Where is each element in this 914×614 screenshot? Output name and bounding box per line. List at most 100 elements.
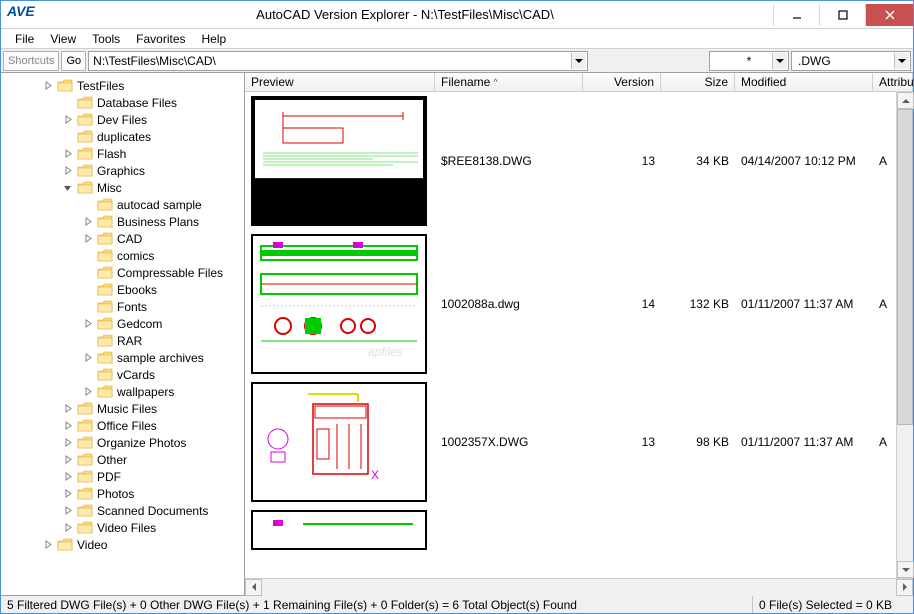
expander-icon[interactable] xyxy=(81,284,93,296)
scroll-track[interactable] xyxy=(897,109,913,561)
tree-item[interactable]: Graphics xyxy=(1,162,244,179)
expander-icon[interactable] xyxy=(81,369,93,381)
tree-item[interactable]: Video xyxy=(1,536,244,553)
tree-item[interactable]: autocad sample xyxy=(1,196,244,213)
header-label: Size xyxy=(705,75,728,89)
file-row[interactable]: $REE8138.DWG1334 KB04/14/2007 10:12 PMA xyxy=(245,92,913,230)
vertical-scrollbar[interactable] xyxy=(896,92,913,578)
go-button[interactable]: Go xyxy=(61,51,86,71)
expander-icon[interactable] xyxy=(41,80,53,92)
expander-icon[interactable] xyxy=(61,505,73,517)
tree-item[interactable]: PDF xyxy=(1,468,244,485)
maximize-button[interactable] xyxy=(819,4,865,26)
expander-icon[interactable] xyxy=(81,335,93,347)
expander-icon[interactable] xyxy=(61,97,73,109)
tree-item[interactable]: Business Plans xyxy=(1,213,244,230)
tree-item[interactable]: Other xyxy=(1,451,244,468)
tree-item[interactable]: Gedcom xyxy=(1,315,244,332)
column-header-attribut[interactable]: Attribut xyxy=(873,73,913,91)
menu-file[interactable]: File xyxy=(7,30,42,48)
expander-icon[interactable] xyxy=(61,131,73,143)
menu-favorites[interactable]: Favorites xyxy=(128,30,193,48)
column-header-version[interactable]: Version xyxy=(583,73,661,91)
expander-icon[interactable] xyxy=(61,114,73,126)
expander-icon[interactable] xyxy=(61,488,73,500)
tree-item[interactable]: Ebooks xyxy=(1,281,244,298)
tree-item[interactable]: Music Files xyxy=(1,400,244,417)
shortcuts-button[interactable]: Shortcuts xyxy=(3,51,59,71)
expander-icon[interactable] xyxy=(81,301,93,313)
tree-item[interactable]: Fonts xyxy=(1,298,244,315)
tree-item[interactable]: RAR xyxy=(1,332,244,349)
tree-item[interactable]: Office Files xyxy=(1,417,244,434)
scroll-left-icon[interactable] xyxy=(245,579,262,596)
tree-item[interactable]: Video Files xyxy=(1,519,244,536)
column-header-size[interactable]: Size xyxy=(661,73,735,91)
filter-glob-input[interactable]: * xyxy=(709,51,789,71)
filter-glob-dropdown-icon[interactable] xyxy=(772,53,787,69)
expander-icon[interactable] xyxy=(41,539,53,551)
tree-item[interactable]: sample archives xyxy=(1,349,244,366)
thumbnail: apfiles xyxy=(251,234,427,374)
expander-icon[interactable] xyxy=(61,403,73,415)
expander-icon[interactable] xyxy=(61,182,73,194)
scroll-down-icon[interactable] xyxy=(897,561,914,578)
folder-tree[interactable]: TestFilesDatabase FilesDev Filesduplicat… xyxy=(1,73,245,595)
tree-item[interactable]: vCards xyxy=(1,366,244,383)
tree-item[interactable]: Compressable Files xyxy=(1,264,244,281)
close-button[interactable] xyxy=(865,4,913,26)
expander-icon[interactable] xyxy=(81,318,93,330)
expander-icon[interactable] xyxy=(61,148,73,160)
file-row[interactable]: apfiles1002088a.dwg14132 KB01/11/2007 11… xyxy=(245,230,913,378)
tree-item[interactable]: Flash xyxy=(1,145,244,162)
size-cell: 98 KB xyxy=(661,433,735,451)
file-list[interactable]: $REE8138.DWG1334 KB04/14/2007 10:12 PMAa… xyxy=(245,92,913,578)
minimize-button[interactable] xyxy=(773,4,819,26)
scroll-right-icon[interactable] xyxy=(896,579,913,596)
expander-icon[interactable] xyxy=(61,522,73,534)
column-header-modified[interactable]: Modified xyxy=(735,73,873,91)
horizontal-scrollbar[interactable] xyxy=(245,578,913,595)
expander-icon[interactable] xyxy=(81,267,93,279)
version-cell: 13 xyxy=(583,152,661,170)
modified-cell: 04/14/2007 10:12 PM xyxy=(735,152,873,170)
tree-item[interactable]: TestFiles xyxy=(1,77,244,94)
tree-item[interactable]: wallpapers xyxy=(1,383,244,400)
tree-item[interactable]: Misc xyxy=(1,179,244,196)
column-header-preview[interactable]: Preview xyxy=(245,73,435,91)
file-row[interactable] xyxy=(245,506,913,554)
expander-icon[interactable] xyxy=(81,352,93,364)
expander-icon[interactable] xyxy=(61,165,73,177)
tree-item[interactable]: Dev Files xyxy=(1,111,244,128)
expander-icon[interactable] xyxy=(81,199,93,211)
filter-ext-input[interactable]: .DWG xyxy=(791,51,911,71)
expander-icon[interactable] xyxy=(61,454,73,466)
menu-help[interactable]: Help xyxy=(194,30,235,48)
tree-item[interactable]: comics xyxy=(1,247,244,264)
menu-tools[interactable]: Tools xyxy=(84,30,128,48)
path-input[interactable]: N:\TestFiles\Misc\CAD\ xyxy=(88,51,588,71)
filter-ext-dropdown-icon[interactable] xyxy=(894,53,909,69)
column-header-filename[interactable]: Filename^ xyxy=(435,73,583,91)
menu-view[interactable]: View xyxy=(42,30,84,48)
expander-icon[interactable] xyxy=(61,471,73,483)
scroll-track-h[interactable] xyxy=(262,579,896,596)
expander-icon[interactable] xyxy=(81,250,93,262)
preview-cell: apfiles xyxy=(245,230,435,378)
scroll-up-icon[interactable] xyxy=(897,92,914,109)
expander-icon[interactable] xyxy=(81,386,93,398)
expander-icon[interactable] xyxy=(81,216,93,228)
expander-icon[interactable] xyxy=(81,233,93,245)
scroll-thumb[interactable] xyxy=(897,109,913,425)
tree-item[interactable]: Organize Photos xyxy=(1,434,244,451)
expander-icon[interactable] xyxy=(61,437,73,449)
expander-icon[interactable] xyxy=(61,420,73,432)
tree-item[interactable]: Scanned Documents xyxy=(1,502,244,519)
tree-item[interactable]: Database Files xyxy=(1,94,244,111)
file-row[interactable]: X1002357X.DWG1398 KB01/11/2007 11:37 AMA xyxy=(245,378,913,506)
tree-item[interactable]: duplicates xyxy=(1,128,244,145)
tree-item[interactable]: Photos xyxy=(1,485,244,502)
path-dropdown-icon[interactable] xyxy=(571,53,586,69)
tree-item[interactable]: CAD xyxy=(1,230,244,247)
status-left: 5 Filtered DWG File(s) + 0 Other DWG Fil… xyxy=(1,596,753,613)
